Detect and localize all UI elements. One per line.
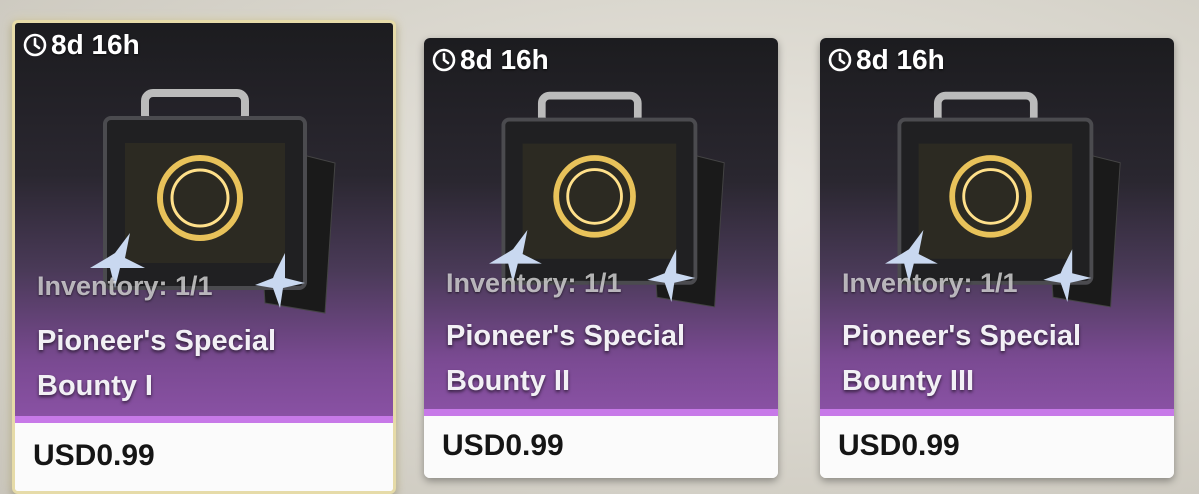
accent-stripe: [15, 416, 393, 423]
item-name-line1: Pioneer's Special: [842, 320, 1082, 352]
timer: 8d 16h: [432, 44, 549, 76]
inventory-label: Inventory: 1/1: [446, 268, 622, 298]
timer: 8d 16h: [828, 44, 945, 76]
price-label: USD0.99: [838, 429, 960, 462]
price-bar: USD0.99: [820, 416, 1174, 478]
item-name: Pioneer's Special Bounty III: [842, 314, 1081, 404]
card-artwork: 8d 16h Inventory: 1/1 Pioneer's Special …: [820, 38, 1174, 416]
price-label: USD0.99: [33, 439, 155, 472]
inventory-label: Inventory: 1/1: [37, 271, 213, 301]
timer-text: 8d 16h: [51, 29, 140, 60]
card-artwork: 8d 16h Inventory: 1/1 Pioneer's Special …: [424, 38, 778, 416]
clock-icon: [432, 48, 456, 72]
inventory-label: Inventory: 1/1: [842, 268, 1018, 298]
card-artwork: 8d 16h Inventory: 1/1 Pioneer's Special …: [15, 23, 393, 423]
item-name-line1: Pioneer's Special: [446, 320, 686, 352]
clock-icon: [23, 33, 47, 57]
item-name-line1: Pioneer's Special: [37, 325, 277, 357]
item-name: Pioneer's Special Bounty I: [37, 319, 276, 409]
timer-text: 8d 16h: [856, 44, 945, 75]
item-name-line2: Bounty III: [842, 365, 975, 397]
timer-text: 8d 16h: [460, 44, 549, 75]
shop-card-bounty-2[interactable]: 8d 16h Inventory: 1/1 Pioneer's Special …: [424, 38, 778, 478]
item-name: Pioneer's Special Bounty II: [446, 314, 685, 404]
accent-stripe: [424, 409, 778, 416]
clock-icon: [828, 48, 852, 72]
shop-card-bounty-1[interactable]: 8d 16h Inventory: 1/1 Pioneer's Special …: [12, 20, 396, 494]
price-bar: USD0.99: [15, 423, 393, 491]
shop-card-bounty-3[interactable]: 8d 16h Inventory: 1/1 Pioneer's Special …: [820, 38, 1174, 478]
timer: 8d 16h: [23, 29, 140, 61]
price-bar: USD0.99: [424, 416, 778, 478]
item-name-line2: Bounty II: [446, 365, 571, 397]
price-label: USD0.99: [442, 429, 564, 462]
item-name-line2: Bounty I: [37, 370, 153, 402]
accent-stripe: [820, 409, 1174, 416]
